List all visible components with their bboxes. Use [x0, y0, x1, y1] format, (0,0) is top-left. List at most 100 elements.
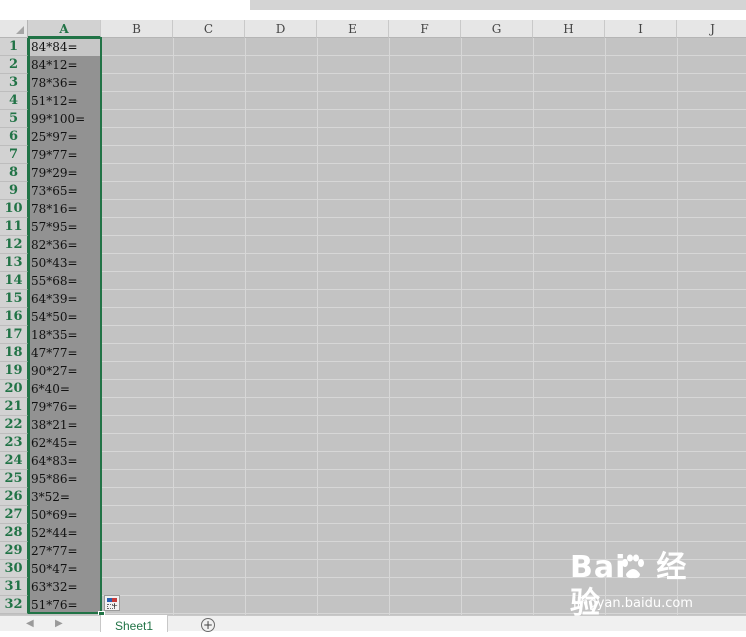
cell-a32[interactable]: 51*76=	[28, 596, 101, 614]
cell-a13[interactable]: 50*43=	[28, 254, 101, 272]
row-header-11[interactable]: 11	[0, 218, 28, 236]
add-sheet-button[interactable]: +	[201, 618, 215, 632]
row-header-2[interactable]: 2	[0, 56, 28, 74]
column-header-g[interactable]: G	[461, 20, 533, 38]
row-header-16[interactable]: 16	[0, 308, 28, 326]
row-gridline	[101, 523, 746, 524]
row-header-18[interactable]: 18	[0, 344, 28, 362]
row-header-25[interactable]: 25	[0, 470, 28, 488]
row-gridline	[101, 343, 746, 344]
cell-a24[interactable]: 64*83=	[28, 452, 101, 470]
column-header-d[interactable]: D	[245, 20, 317, 38]
row-header-19[interactable]: 19	[0, 362, 28, 380]
cell-a23[interactable]: 62*45=	[28, 434, 101, 452]
row-header-20[interactable]: 20	[0, 380, 28, 398]
row-header-7[interactable]: 7	[0, 146, 28, 164]
cell-a2[interactable]: 84*12=	[28, 56, 101, 74]
row-header-10[interactable]: 10	[0, 200, 28, 218]
column-header-j[interactable]: J	[677, 20, 746, 38]
row-header-9[interactable]: 9	[0, 182, 28, 200]
cell-a26[interactable]: 3*52=	[28, 488, 101, 506]
cell-a11[interactable]: 57*95=	[28, 218, 101, 236]
row-gridline	[101, 55, 746, 56]
cell-a31[interactable]: 63*32=	[28, 578, 101, 596]
row-header-32[interactable]: 32	[0, 596, 28, 614]
row-header-28[interactable]: 28	[0, 524, 28, 542]
cell-a28[interactable]: 52*44=	[28, 524, 101, 542]
cell-a6[interactable]: 25*97=	[28, 128, 101, 146]
quick-analysis-icon[interactable]: +	[104, 595, 120, 611]
column-header-c[interactable]: C	[173, 20, 245, 38]
row-gridline	[101, 541, 746, 542]
row-header-23[interactable]: 23	[0, 434, 28, 452]
cell-a8[interactable]: 79*29=	[28, 164, 101, 182]
sheet-nav-prev-icon[interactable]: ◀	[26, 619, 34, 629]
column-header-e[interactable]: E	[317, 20, 389, 38]
cell-a15[interactable]: 64*39=	[28, 290, 101, 308]
cell-a20[interactable]: 6*40=	[28, 380, 101, 398]
sheet-tab-bar: ◀ ▶ Sheet1 +	[0, 615, 746, 633]
row-header-3[interactable]: 3	[0, 74, 28, 92]
row-header-14[interactable]: 14	[0, 272, 28, 290]
column-header-b[interactable]: B	[101, 20, 173, 38]
select-all-corner[interactable]	[0, 20, 28, 38]
row-header-29[interactable]: 29	[0, 542, 28, 560]
cell-a22[interactable]: 38*21=	[28, 416, 101, 434]
row-header-12[interactable]: 12	[0, 236, 28, 254]
cell-a30[interactable]: 50*47=	[28, 560, 101, 578]
cell-a14[interactable]: 55*68=	[28, 272, 101, 290]
row-header-24[interactable]: 24	[0, 452, 28, 470]
row-gridline	[101, 505, 746, 506]
sheet-nav-next-icon[interactable]: ▶	[55, 619, 63, 629]
row-header-26[interactable]: 26	[0, 488, 28, 506]
row-header-31[interactable]: 31	[0, 578, 28, 596]
cell-a25[interactable]: 95*86=	[28, 470, 101, 488]
row-gridline	[101, 307, 746, 308]
row-gridline	[101, 577, 746, 578]
row-header-1[interactable]: 1	[0, 38, 28, 56]
row-gridline	[101, 595, 746, 596]
row-gridline	[101, 487, 746, 488]
row-header-6[interactable]: 6	[0, 128, 28, 146]
row-gridline	[101, 397, 746, 398]
cell-a7[interactable]: 79*77=	[28, 146, 101, 164]
row-header-30[interactable]: 30	[0, 560, 28, 578]
cell-a9[interactable]: 73*65=	[28, 182, 101, 200]
cell-a17[interactable]: 18*35=	[28, 326, 101, 344]
column-header-f[interactable]: F	[389, 20, 461, 38]
cell-a1[interactable]: 84*84=	[28, 38, 101, 56]
cell-a12[interactable]: 82*36=	[28, 236, 101, 254]
cell-a19[interactable]: 90*27=	[28, 362, 101, 380]
spreadsheet-grid[interactable]: A B C D E F G H I J 1 84*84= 2 84*12= 3 78*36= 4 51*12= 5 9…	[0, 20, 746, 615]
cell-a5[interactable]: 99*100=	[28, 110, 101, 128]
row-gridline	[101, 163, 746, 164]
cell-a29[interactable]: 27*77=	[28, 542, 101, 560]
column-header-i[interactable]: I	[605, 20, 677, 38]
row-header-21[interactable]: 21	[0, 398, 28, 416]
row-gridline	[101, 379, 746, 380]
row-gridline	[101, 433, 746, 434]
row-gridline	[101, 199, 746, 200]
row-header-27[interactable]: 27	[0, 506, 28, 524]
column-header-h[interactable]: H	[533, 20, 605, 38]
row-header-8[interactable]: 8	[0, 164, 28, 182]
cell-a27[interactable]: 50*69=	[28, 506, 101, 524]
row-gridline	[101, 325, 746, 326]
row-header-5[interactable]: 5	[0, 110, 28, 128]
row-header-15[interactable]: 15	[0, 290, 28, 308]
cell-a21[interactable]: 79*76=	[28, 398, 101, 416]
cell-a16[interactable]: 54*50=	[28, 308, 101, 326]
sheet-tab-sheet1[interactable]: Sheet1	[100, 615, 168, 633]
cell-a3[interactable]: 78*36=	[28, 74, 101, 92]
cell-a10[interactable]: 78*16=	[28, 200, 101, 218]
cell-a18[interactable]: 47*77=	[28, 344, 101, 362]
column-header-a[interactable]: A	[28, 20, 101, 38]
row-header-4[interactable]: 4	[0, 92, 28, 110]
row-header-17[interactable]: 17	[0, 326, 28, 344]
row-gridline	[101, 613, 746, 614]
row-header-13[interactable]: 13	[0, 254, 28, 272]
column-gridline	[461, 38, 462, 615]
formula-bar-edge	[250, 0, 746, 10]
row-header-22[interactable]: 22	[0, 416, 28, 434]
cell-a4[interactable]: 51*12=	[28, 92, 101, 110]
